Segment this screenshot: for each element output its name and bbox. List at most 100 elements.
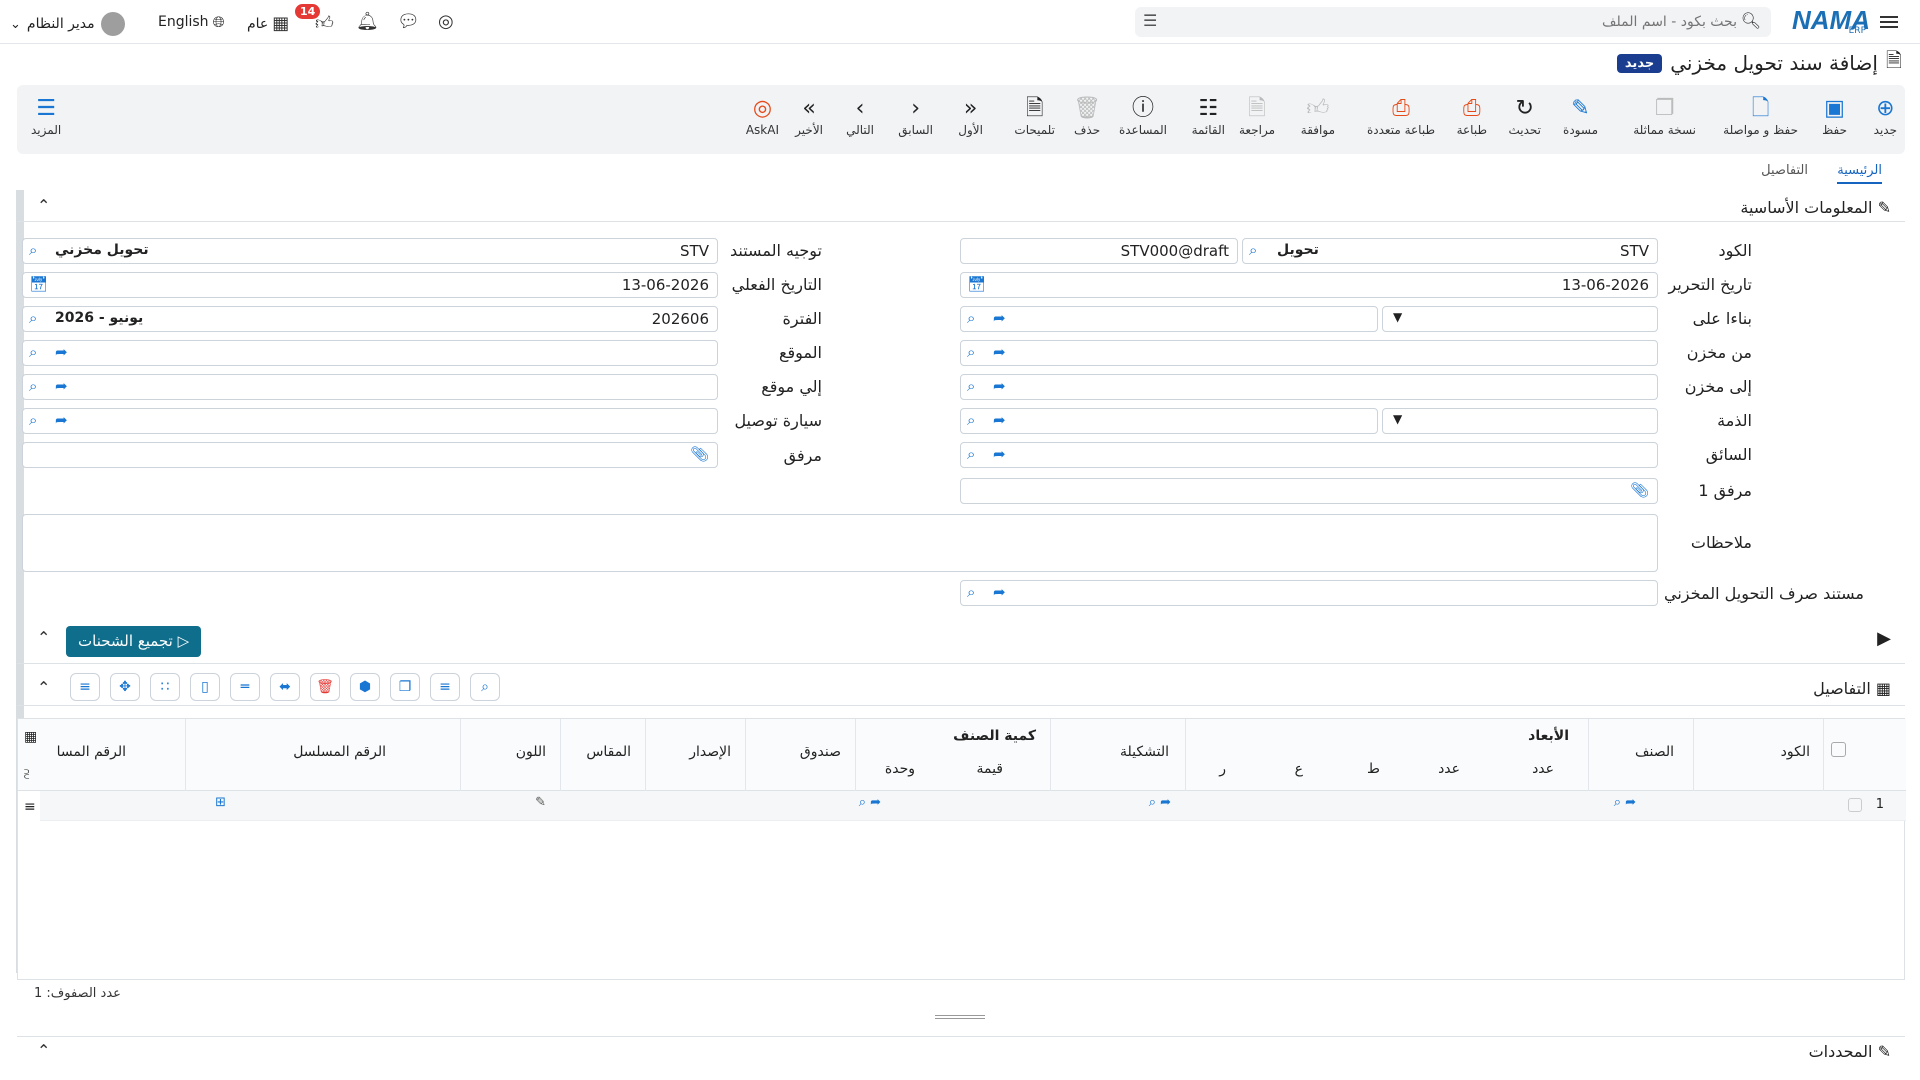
liability-field[interactable]: ⌕ ➦ — [960, 408, 1378, 434]
ai-icon[interactable]: ◎ — [438, 11, 454, 32]
delete-row-button[interactable]: 🗑︎ — [310, 673, 340, 701]
askai-button[interactable]: ◎ AskAI — [746, 95, 779, 137]
search-icon[interactable]: ⌕ — [29, 377, 37, 395]
select-all-checkbox[interactable] — [1831, 742, 1846, 757]
period-field[interactable]: 202606 2026 - يونيو ⌕ — [22, 306, 718, 332]
code-number-field[interactable]: STV000@draft — [960, 238, 1238, 264]
print-button[interactable]: ⎙ طباعة — [1457, 95, 1487, 137]
col-item[interactable]: الصنف — [1635, 744, 1674, 760]
menu-icon[interactable] — [1880, 13, 1898, 31]
menu-icon[interactable]: ≡ — [24, 799, 36, 815]
col-formation[interactable]: التشكيلة — [1120, 744, 1169, 760]
col-unit[interactable]: وحدة — [885, 761, 915, 777]
col-size[interactable]: المقاس — [586, 744, 631, 760]
search-icon[interactable]: ⌕ — [967, 411, 975, 429]
col-count2[interactable]: عدد — [1438, 761, 1460, 777]
share-icon[interactable]: ➦ — [55, 343, 68, 361]
search-box[interactable]: 🔍︎ ☰ — [1135, 7, 1771, 37]
review-button[interactable]: 🗎 مراجعة — [1239, 95, 1275, 137]
first-button[interactable]: » الأول — [958, 95, 983, 137]
chevron-up-icon[interactable]: ⌃ — [37, 628, 50, 647]
collect-shipments-button[interactable]: ▷ تجميع الشحنات — [66, 626, 202, 657]
copy-row-button[interactable]: ❐ — [390, 673, 420, 701]
notes-textarea[interactable] — [22, 514, 1658, 572]
resize-handle[interactable] — [935, 1015, 985, 1019]
tab-main[interactable]: الرئيسية — [1837, 163, 1882, 184]
hints-button[interactable]: 🗎 تلميحات — [1014, 95, 1055, 137]
liability-select[interactable]: ▼ — [1382, 408, 1658, 434]
table-settings-icon[interactable]: ▦ — [24, 729, 37, 745]
share-icon[interactable]: ➦ — [993, 411, 1006, 429]
save-button[interactable]: ▣ حفظ — [1822, 95, 1847, 137]
attachment1-field[interactable]: 📎︎ — [960, 478, 1658, 504]
search-icon[interactable]: ⌕ — [967, 445, 975, 463]
col-value[interactable]: قيمة — [976, 761, 1003, 777]
share-icon[interactable]: ➦ — [993, 343, 1006, 361]
search-icon[interactable]: ⌕ — [29, 411, 37, 429]
move-button[interactable]: ✥ — [110, 673, 140, 701]
row-checkbox[interactable] — [1848, 798, 1862, 812]
search-icon[interactable]: ⌕ ➦ — [859, 795, 881, 810]
search-icon[interactable]: ⌕ — [29, 343, 37, 361]
run-button[interactable]: ⬌ — [270, 673, 300, 701]
location-field[interactable]: ⌕ ➦ — [22, 340, 718, 366]
table-split-button[interactable]: ═ — [230, 673, 260, 701]
share-icon[interactable]: ➦ — [993, 583, 1006, 601]
paperclip-icon[interactable]: 📎︎ — [690, 445, 709, 463]
issue-doc-field[interactable]: ⌕ ➦ — [960, 580, 1658, 606]
code-type-field[interactable]: STV تحويل ⌕ — [1242, 238, 1658, 264]
bell-icon[interactable]: 🔔︎ — [356, 11, 379, 32]
share-icon[interactable]: ➦ — [993, 377, 1006, 395]
fit-button[interactable]: ▯ — [190, 673, 220, 701]
table-row[interactable]: 1 ⌕ ➦ ⌕ ➦ ⌕ ➦ ✎ ⊞ — [40, 791, 1906, 821]
based-on-select[interactable]: ▼ — [1382, 306, 1658, 332]
search-icon[interactable]: ⌕ — [967, 377, 975, 395]
driver-field[interactable]: ⌕ ➦ — [960, 442, 1658, 468]
col-count1[interactable]: عدد — [1532, 761, 1554, 777]
actual-date-field[interactable]: 13-06-2026 📅︎ — [22, 272, 718, 298]
layers-button[interactable]: ⬢ — [350, 673, 380, 701]
chevron-up-icon[interactable]: ⌃ — [37, 196, 50, 215]
share-icon[interactable]: ➦ — [55, 377, 68, 395]
grid-dots-button[interactable]: ∷ — [150, 673, 180, 701]
chevron-up-icon[interactable]: ⌃ — [37, 678, 50, 697]
last-button[interactable]: « الأخير — [795, 95, 823, 137]
copy-button[interactable]: ❐ نسخة مماثلة — [1633, 95, 1696, 137]
paperclip-icon[interactable]: 📎︎ — [1630, 481, 1649, 499]
filter-icon[interactable]: ☰ — [1143, 11, 1157, 30]
share-icon[interactable]: ➦ — [993, 309, 1006, 327]
new-button[interactable]: ⊕ جديد — [1874, 95, 1897, 137]
basic-info-header[interactable]: ✎ المعلومات الأساسية ⌃ — [17, 192, 1905, 222]
approvals-button[interactable]: 👍︎ 14 — [295, 4, 334, 34]
pencil-icon[interactable]: ✎ — [535, 795, 546, 810]
col-serial[interactable]: الرقم المسلسل — [293, 744, 386, 760]
col-t[interactable]: ط — [1367, 761, 1380, 777]
share-icon[interactable]: ➦ — [993, 445, 1006, 463]
search-icon[interactable]: ⌕ — [29, 309, 37, 327]
play-circle-icon[interactable]: ▶︎ — [1877, 628, 1891, 649]
determinants-header[interactable]: ✎ المحددات ⌃ — [17, 1036, 1905, 1068]
draft-button[interactable]: ✎ مسودة — [1563, 95, 1598, 137]
delete-button[interactable]: 🗑︎ حذف — [1073, 95, 1101, 137]
filter-icon[interactable]: ⫔ — [24, 767, 29, 782]
filter-button[interactable]: ≡ — [70, 673, 100, 701]
col-serial2[interactable]: الرقم المسا — [57, 744, 126, 760]
from-store-field[interactable]: ⌕ ➦ — [960, 340, 1658, 366]
more-button[interactable]: ☰ المزيد — [31, 95, 61, 137]
multi-print-button[interactable]: ⎙ طباعة متعددة — [1367, 95, 1435, 137]
to-store-field[interactable]: ⌕ ➦ — [960, 374, 1658, 400]
refresh-button[interactable]: ↻ تحديث — [1508, 95, 1541, 137]
search-icon[interactable]: ⌕ — [1249, 241, 1257, 259]
attachment-field[interactable]: 📎︎ — [22, 442, 718, 468]
col-code[interactable]: الكود — [1781, 744, 1810, 760]
save-continue-button[interactable]: 🗋 حفظ و مواصلة — [1723, 95, 1798, 137]
search-icon[interactable]: ⌕ — [967, 309, 975, 327]
delivery-car-field[interactable]: ⌕ ➦ — [22, 408, 718, 434]
search-input[interactable] — [1177, 12, 1737, 32]
add-rows-button[interactable]: ≡ — [430, 673, 460, 701]
calendar-icon[interactable]: 📅︎ — [29, 275, 48, 293]
col-r[interactable]: ر — [1219, 761, 1226, 777]
edit-date-field[interactable]: 13-06-2026 📅︎ — [960, 272, 1658, 298]
company-switch[interactable]: عام ▦ — [247, 13, 289, 34]
col-version[interactable]: الإصدار — [689, 744, 731, 760]
